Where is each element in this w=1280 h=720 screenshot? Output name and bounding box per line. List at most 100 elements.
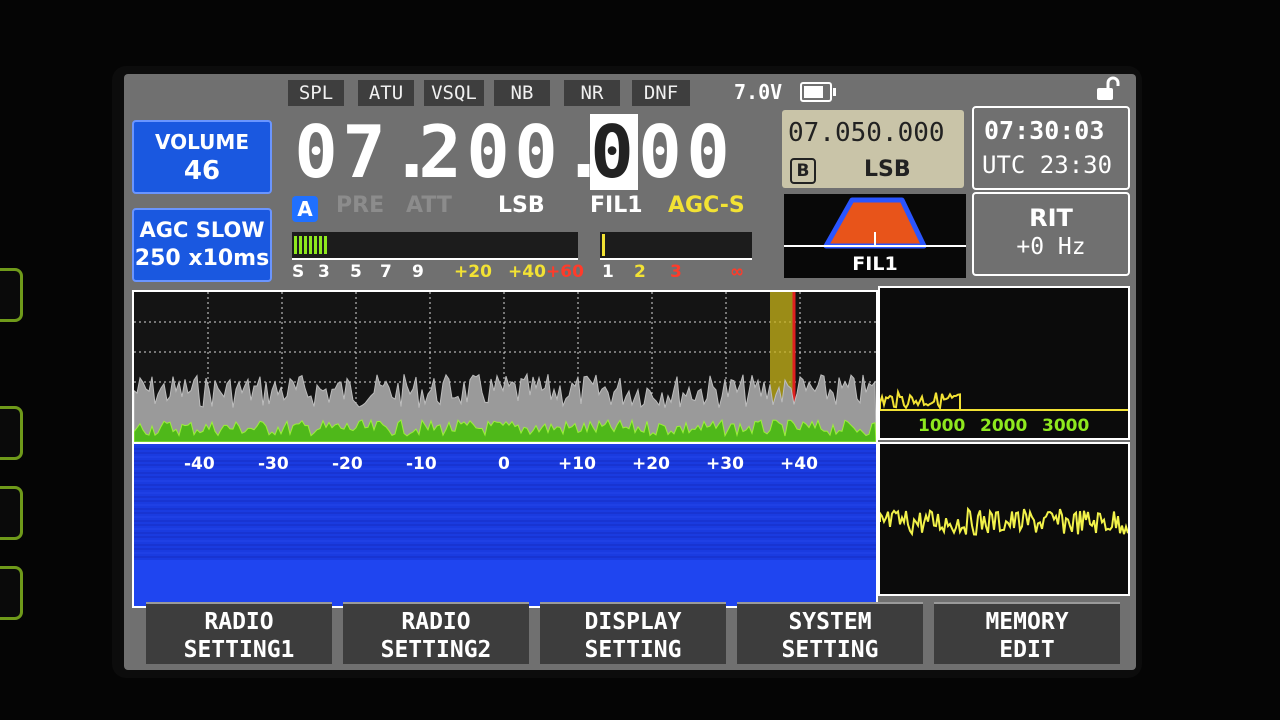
- volume-box[interactable]: VOLUME 46: [132, 120, 272, 194]
- battery-icon: [800, 82, 836, 102]
- frequency-digit[interactable]: .: [390, 114, 433, 190]
- offset-label: -30: [258, 454, 289, 474]
- radio-setting2-button[interactable]: RADIO SETTING2: [343, 602, 529, 664]
- spl-tag[interactable]: SPL: [288, 80, 344, 106]
- side-button-led[interactable]: [0, 486, 23, 540]
- button-label-line2: SETTING1: [183, 637, 295, 663]
- frequency-digit[interactable]: 0: [466, 114, 514, 190]
- offset-label: -20: [332, 454, 363, 474]
- atu-tag[interactable]: ATU: [358, 80, 414, 106]
- frequency-digit[interactable]: 0: [638, 114, 686, 190]
- tuning-cursor-digit[interactable]: 0: [590, 114, 638, 190]
- rit-value: +0 Hz: [1016, 234, 1086, 260]
- filter-passband-display[interactable]: FIL1: [784, 194, 966, 278]
- swr-scale-label: ∞: [730, 262, 745, 282]
- frequency-digit[interactable]: 2: [418, 114, 466, 190]
- nb-tag[interactable]: NB: [494, 80, 550, 106]
- s-scale-label: +60: [546, 262, 584, 282]
- audio-tick-label: 1000: [918, 416, 966, 436]
- frequency-digit[interactable]: 0: [294, 114, 342, 190]
- display-setting-button[interactable]: DISPLAY SETTING: [540, 602, 726, 664]
- vfo-b-mode: LSB: [864, 157, 911, 182]
- button-label-line1: DISPLAY: [584, 609, 682, 635]
- memory-edit-button[interactable]: MEMORY EDIT: [934, 602, 1120, 664]
- s-scale-label: S: [292, 262, 305, 282]
- spectrum-graph: [134, 292, 876, 606]
- rit-box[interactable]: RIT +0 Hz: [972, 192, 1130, 276]
- s-scale-label: 3: [318, 262, 330, 282]
- voltage-readout: 7.0V: [734, 80, 783, 104]
- main-frequency-display[interactable]: 07.200.000: [294, 114, 734, 190]
- battery-level: [804, 86, 824, 98]
- radio-screen: SPL ATU VSQL NB NR DNF 7.0V VOLUME 46 AG…: [124, 74, 1136, 670]
- side-button-led[interactable]: [0, 566, 23, 620]
- button-label-line1: MEMORY: [985, 609, 1069, 635]
- audio-tick-label: 3000: [1042, 416, 1090, 436]
- button-label-line1: RADIO: [204, 609, 274, 635]
- audio-tick-label: 2000: [980, 416, 1028, 436]
- side-button-led[interactable]: [0, 268, 23, 322]
- swr-scale-label: 2: [634, 262, 646, 282]
- radio-setting1-button[interactable]: RADIO SETTING1: [146, 602, 332, 664]
- unlock-icon[interactable]: [1094, 76, 1120, 102]
- vfo-a-badge[interactable]: A: [292, 196, 318, 222]
- mode-indicator[interactable]: LSB: [498, 192, 545, 220]
- button-label-line2: SETTING: [584, 637, 682, 663]
- button-label-line2: SETTING2: [380, 637, 492, 663]
- preamp-indicator[interactable]: PRE: [336, 192, 384, 220]
- swr-scale-label: 3: [670, 262, 682, 282]
- swr-meter-bar: [602, 234, 605, 256]
- agc-box[interactable]: AGC SLOW 250 x10ms: [132, 208, 272, 282]
- s-meter-baseline: [292, 258, 578, 260]
- button-label-line2: EDIT: [999, 637, 1055, 663]
- offset-label: 0: [498, 454, 510, 474]
- frequency-digit[interactable]: 7: [342, 114, 390, 190]
- s-meter: [292, 232, 578, 258]
- swr-meter: [600, 232, 752, 258]
- system-setting-button[interactable]: SYSTEM SETTING: [737, 602, 923, 664]
- side-button-led[interactable]: [0, 406, 23, 460]
- s-scale-label: 7: [380, 262, 392, 282]
- s-scale-label: +20: [454, 262, 492, 282]
- s-scale-label: 5: [350, 262, 362, 282]
- audio-scope-graph: [879, 506, 1129, 537]
- offset-label: +30: [706, 454, 744, 474]
- vfo-b-box[interactable]: 07.050.000 B LSB: [782, 110, 964, 188]
- frequency-digit[interactable]: .: [562, 114, 605, 190]
- audio-scope-panel[interactable]: [878, 442, 1130, 596]
- agc-label: AGC SLOW: [139, 218, 265, 242]
- s-scale-label: 9: [412, 262, 424, 282]
- filter-indicator[interactable]: FIL1: [590, 192, 643, 220]
- audio-spectrum-panel[interactable]: 1000 2000 3000: [878, 286, 1130, 440]
- agc-indicator[interactable]: AGC-S: [668, 192, 745, 220]
- spectrum-panel[interactable]: -40 -30 -20 -10 0 +10 +20 +30 +40: [132, 290, 878, 608]
- utc-time: UTC 23:30: [982, 151, 1113, 179]
- offset-label: -40: [184, 454, 215, 474]
- vfo-b-frequency: 07.050.000: [788, 118, 945, 148]
- clock-box: 07:30:03 UTC 23:30: [972, 106, 1130, 190]
- offset-label: -10: [406, 454, 437, 474]
- rit-label: RIT: [1029, 204, 1073, 232]
- s-meter-bar: [294, 236, 328, 254]
- agc-value: 250 x10ms: [134, 246, 270, 271]
- swr-meter-baseline: [600, 258, 752, 260]
- offset-label: +40: [780, 454, 818, 474]
- frequency-digit[interactable]: 0: [686, 114, 734, 190]
- nr-tag[interactable]: NR: [564, 80, 620, 106]
- volume-value: 46: [183, 156, 221, 186]
- swr-scale-label: 1: [602, 262, 614, 282]
- s-scale-label: +40: [508, 262, 546, 282]
- button-label-line1: SYSTEM: [788, 609, 872, 635]
- offset-label: +10: [558, 454, 596, 474]
- attenuator-indicator[interactable]: ATT: [406, 192, 452, 220]
- vfo-b-badge: B: [790, 158, 816, 184]
- filter-display-label: FIL1: [852, 253, 898, 275]
- frequency-digit[interactable]: 0: [514, 114, 562, 190]
- volume-label: VOLUME: [155, 130, 249, 154]
- dnf-tag[interactable]: DNF: [632, 80, 690, 106]
- vsql-tag[interactable]: VSQL: [424, 80, 484, 106]
- local-time: 07:30:03: [984, 116, 1105, 145]
- offset-label: +20: [632, 454, 670, 474]
- button-label-line1: RADIO: [401, 609, 471, 635]
- button-label-line2: SETTING: [781, 637, 879, 663]
